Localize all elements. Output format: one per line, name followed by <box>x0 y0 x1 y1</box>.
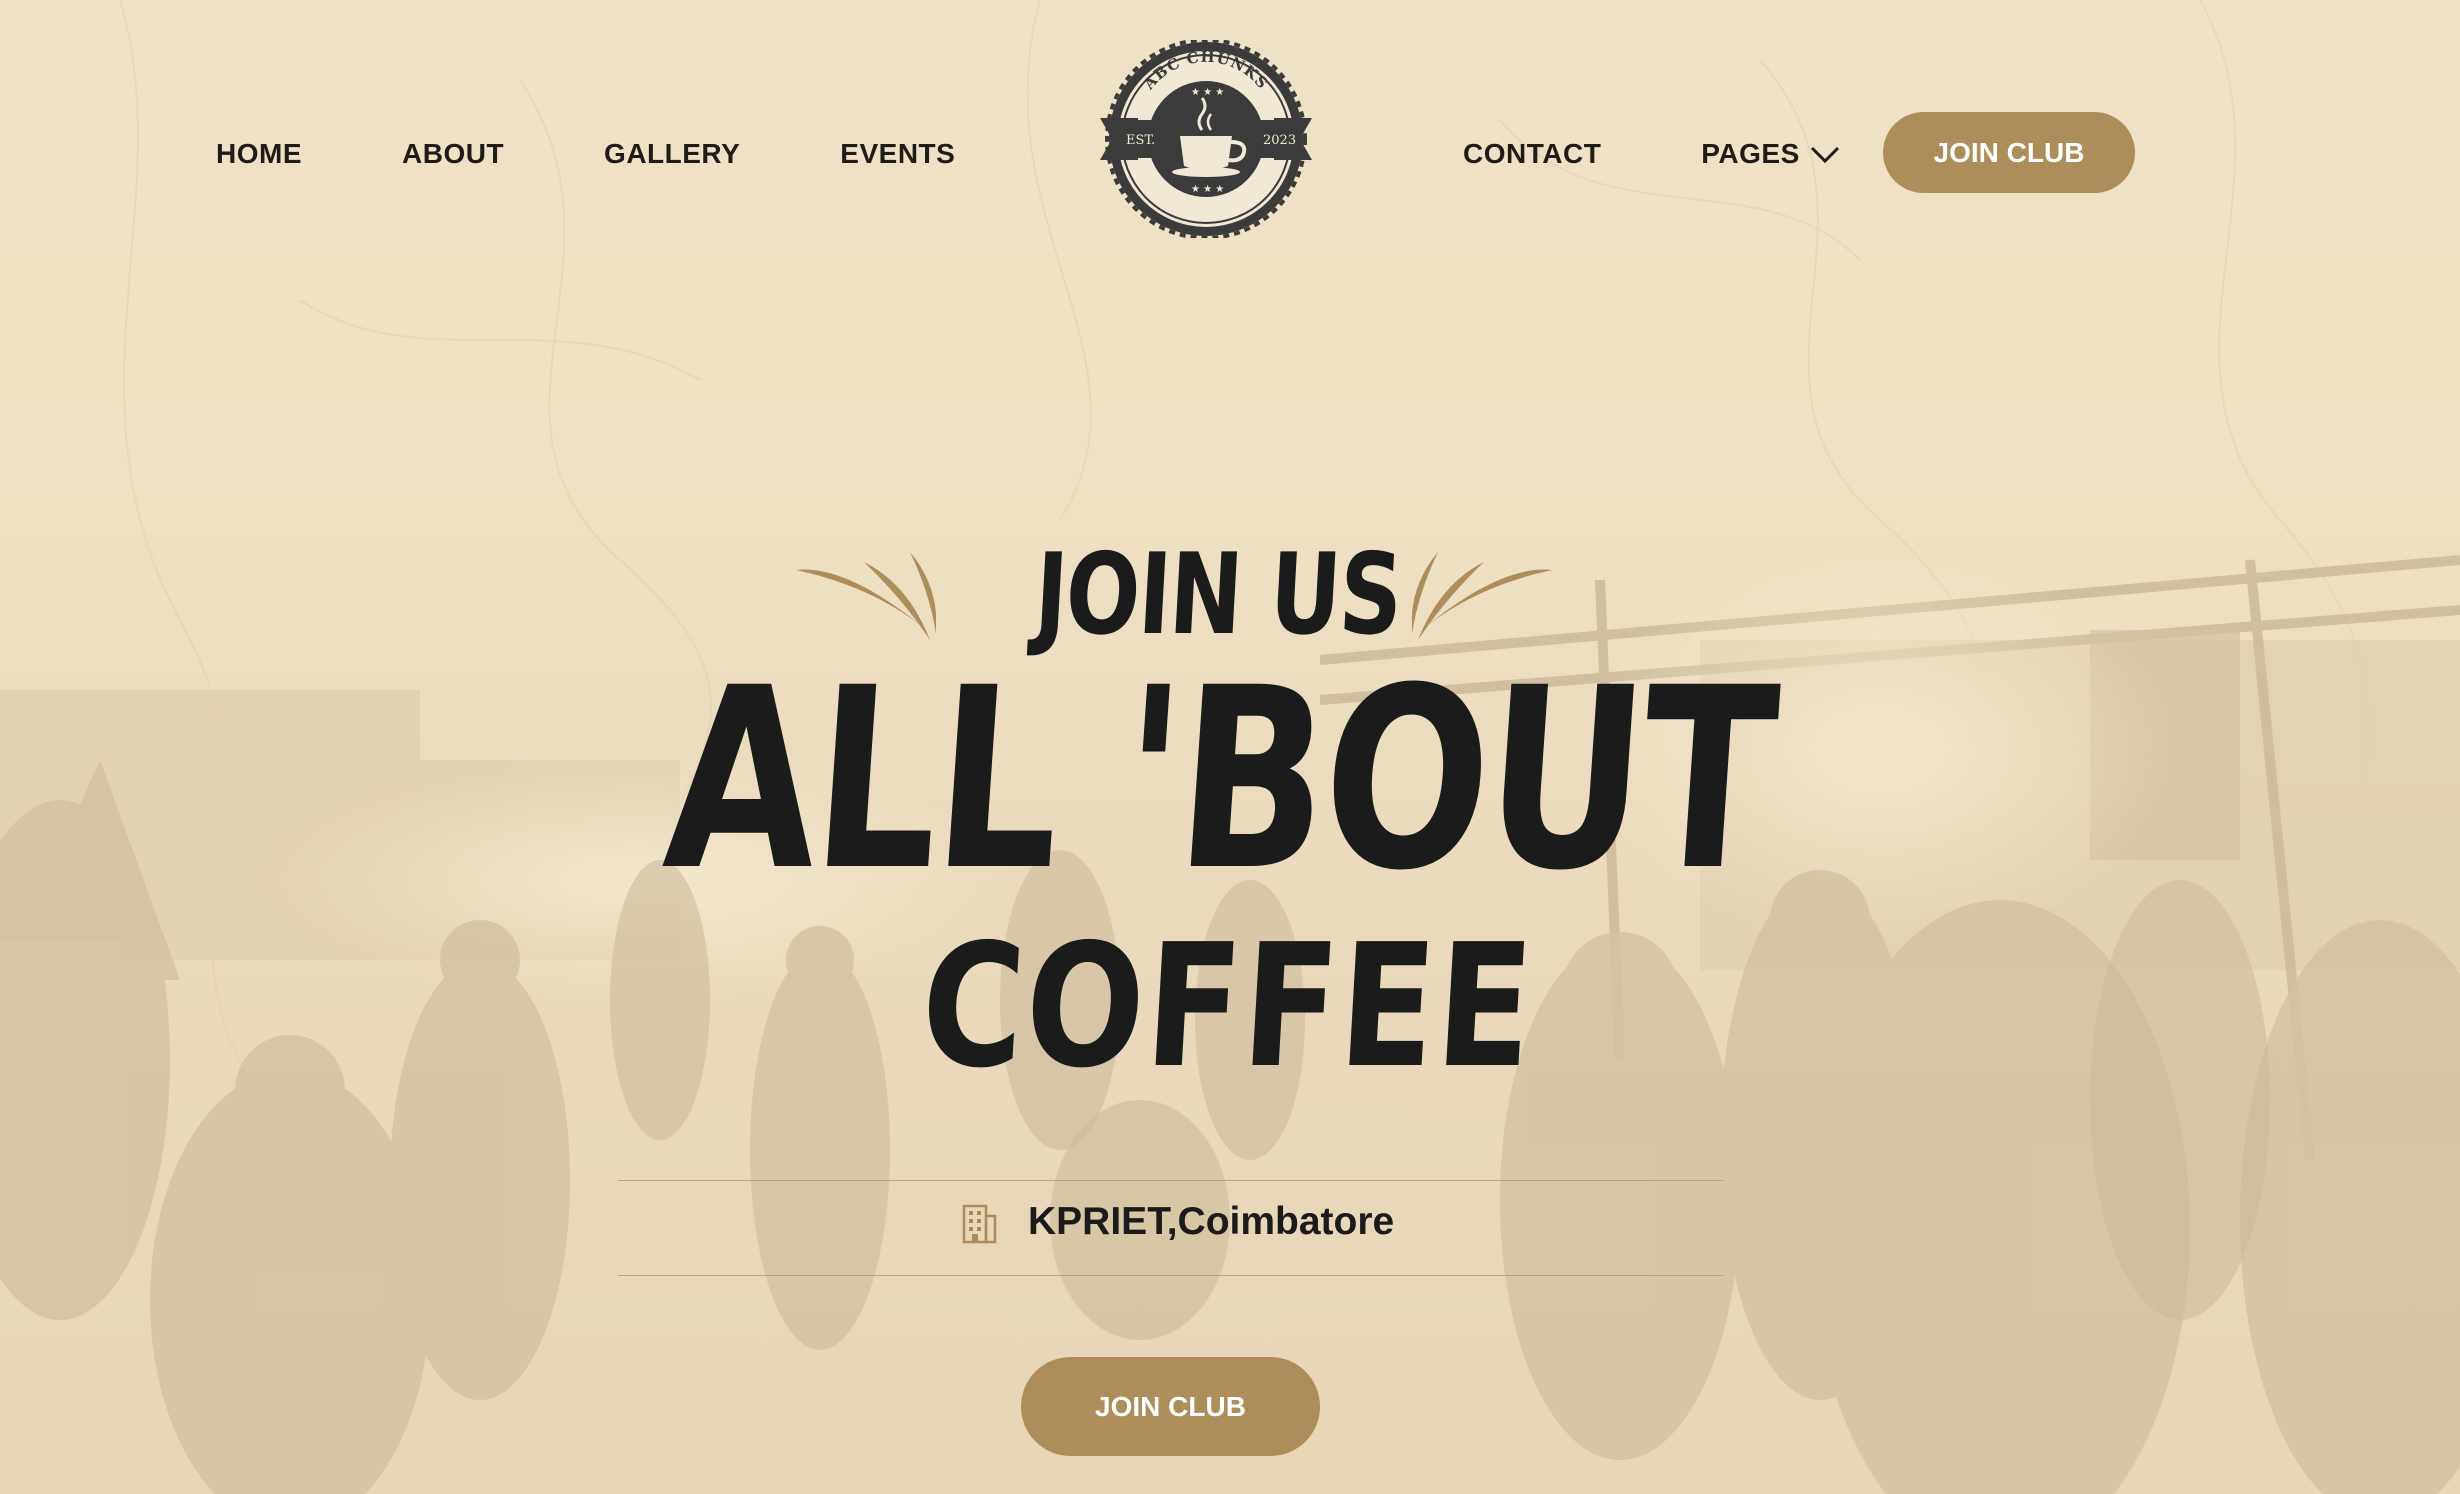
hero-title-line1: ALL 'BOUT <box>657 634 1782 925</box>
flourish-right-icon <box>1412 552 1552 640</box>
nav-events[interactable]: EVENTS <box>840 138 955 170</box>
divider-top <box>618 1180 1724 1181</box>
join-club-button-hero[interactable]: JOIN CLUB <box>1021 1357 1320 1456</box>
location-text: KPRIET,Coimbatore <box>1028 1200 1395 1243</box>
chevron-down-icon <box>1810 146 1839 164</box>
nav-home[interactable]: HOME <box>216 138 302 170</box>
primary-nav-left: HOME ABOUT GALLERY EVENTS <box>216 138 955 170</box>
nav-pages-dropdown[interactable]: PAGES <box>1701 138 1839 170</box>
hero-title-line2: COFFEE <box>916 908 1540 1106</box>
nav-pages: PAGES <box>1701 138 1800 169</box>
primary-nav-right: CONTACT PAGES <box>1463 138 1894 170</box>
logo-est: EST. <box>1126 133 1155 148</box>
logo-year: 2023 <box>1263 133 1296 148</box>
brand-logo[interactable]: ABC CHUNKS EST. 2023 ★ ★ ★ ★ ★ ★ <box>1098 40 1314 238</box>
page: HOME ABOUT GALLERY EVENTS ABC CHUNKS EST… <box>0 0 2460 1494</box>
nav-contact[interactable]: CONTACT <box>1463 138 1601 170</box>
nav-gallery[interactable]: GALLERY <box>604 138 740 170</box>
svg-text:★ ★ ★: ★ ★ ★ <box>1191 184 1224 195</box>
join-club-button-header[interactable]: JOIN CLUB <box>1883 112 2135 193</box>
svg-text:★ ★ ★: ★ ★ ★ <box>1191 87 1224 98</box>
building-icon <box>962 1204 997 1244</box>
location-row: KPRIET,Coimbatore <box>960 1200 1394 1244</box>
divider-bottom <box>618 1275 1724 1276</box>
nav-about[interactable]: ABOUT <box>402 138 504 170</box>
